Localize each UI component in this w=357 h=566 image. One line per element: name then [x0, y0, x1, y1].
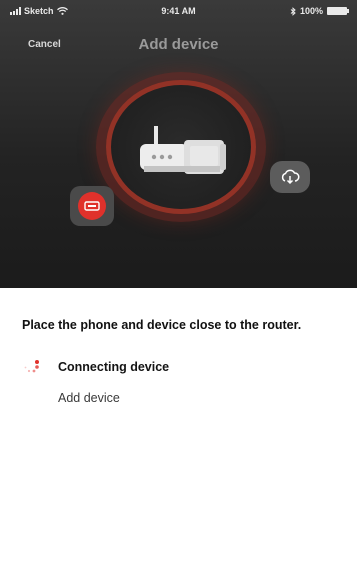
device-type-button[interactable]	[70, 186, 114, 226]
step-subtitle: Add device	[58, 391, 120, 405]
bluetooth-icon	[290, 6, 296, 16]
cloud-download-icon	[281, 169, 300, 185]
battery-percent: 100%	[299, 6, 323, 16]
status-bar: Sketch 9:41 AM 100%	[0, 0, 357, 24]
step-row: Connecting device	[22, 359, 169, 375]
nav-bar: Cancel Add device	[0, 30, 357, 58]
cloud-download-button[interactable]	[270, 161, 310, 193]
router-icon	[140, 126, 226, 174]
status-right: 100%	[290, 6, 349, 16]
battery-icon	[327, 7, 349, 15]
content-panel: Place the phone and device close to the …	[0, 288, 357, 566]
step-title: Connecting device	[58, 360, 170, 374]
header-area: Sketch 9:41 AM 100% Cancel Add device	[0, 0, 357, 288]
loading-spinner-icon	[24, 360, 39, 373]
page-title: Add device	[138, 36, 219, 53]
instruction-text: Place the phone and device close to the …	[22, 318, 302, 332]
device-icon	[78, 192, 106, 220]
